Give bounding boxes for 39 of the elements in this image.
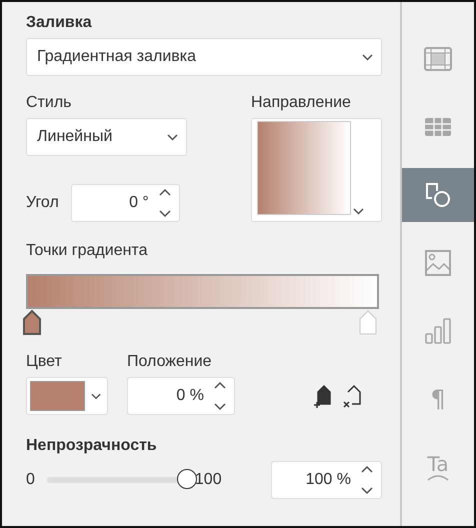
arc-icon [427, 474, 449, 480]
slider-min-label: 0 [26, 471, 35, 489]
chevron-down-icon [90, 392, 101, 400]
slider-max-label: 100 [194, 471, 222, 489]
spin-arrows-icon[interactable] [158, 188, 171, 218]
table-icon [424, 117, 452, 137]
remove-stop-icon[interactable] [343, 383, 361, 409]
style-label: Стиль [26, 94, 72, 112]
paragraph-icon: ¶ [430, 387, 446, 411]
gradient-stop-handle[interactable] [21, 309, 43, 337]
opacity-spinbox[interactable]: 100 % [271, 461, 382, 499]
style-dropdown[interactable]: Линейный [26, 118, 187, 156]
gradient-stop-handle[interactable] [357, 309, 379, 337]
sidebar-tab[interactable] [402, 168, 474, 222]
slider-thumb[interactable] [176, 469, 197, 489]
direction-label: Направление [251, 94, 352, 112]
angle-label: Угол [26, 194, 59, 212]
gradient-bar[interactable] [26, 274, 379, 309]
chevron-down-icon [353, 208, 364, 215]
shapes-icon [425, 182, 451, 208]
position-label: Положение [127, 353, 213, 371]
chevron-down-icon [167, 134, 178, 140]
position-spinbox[interactable]: 0 % [127, 377, 235, 415]
fill-heading: Заливка [26, 14, 93, 32]
gradient-stops-label: Точки градиента [26, 242, 148, 260]
bar-chart-icon [425, 318, 451, 344]
spin-arrows-icon[interactable] [361, 465, 373, 495]
text-art-icon: Ta [427, 454, 449, 474]
chevron-down-icon [362, 54, 373, 60]
color-picker[interactable] [26, 377, 108, 415]
color-label: Цвет [26, 353, 63, 371]
spin-arrows-icon[interactable] [214, 381, 226, 411]
fill-type-dropdown[interactable]: Градиентная заливка [26, 38, 382, 76]
angle-spinbox[interactable]: 0 ° [70, 184, 180, 222]
image-icon [425, 250, 451, 276]
opacity-heading: Непрозрачность [26, 437, 158, 455]
add-stop-icon[interactable] [313, 383, 331, 409]
slide-icon [424, 47, 452, 71]
direction-picker[interactable] [251, 118, 382, 222]
